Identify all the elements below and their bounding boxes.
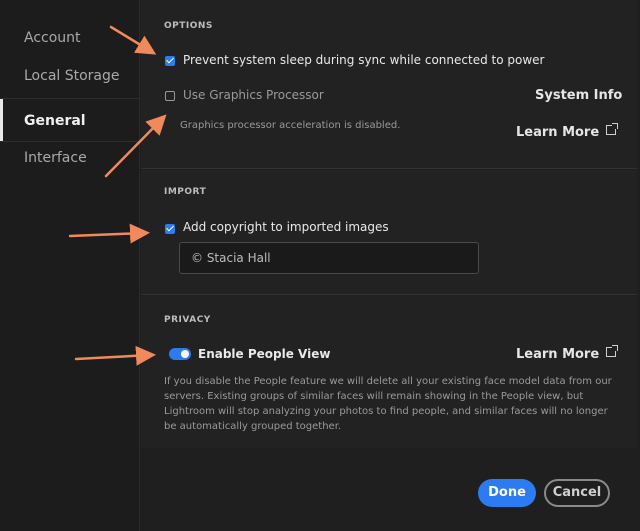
external-link-icon (606, 123, 619, 135)
section-divider (141, 168, 637, 169)
people-view-toggle[interactable] (169, 348, 191, 360)
section-divider (141, 294, 637, 295)
options-learn-more-link[interactable]: Learn More (516, 123, 619, 140)
import-section-title: IMPORT (164, 187, 207, 197)
sidebar-item-local-storage[interactable]: Local Storage (24, 68, 120, 84)
privacy-description: If you disable the People feature we wil… (164, 376, 612, 432)
external-link-icon (606, 345, 619, 357)
options-section: OPTIONS Prevent system sleep during sync… (141, 0, 637, 168)
privacy-learn-more-link[interactable]: Learn More (516, 345, 619, 362)
people-view-label[interactable]: Enable People View (198, 347, 330, 361)
cancel-button[interactable]: Cancel (544, 479, 610, 507)
done-button[interactable]: Done (478, 479, 536, 507)
copyright-label[interactable]: Add copyright to imported images (183, 220, 389, 234)
sidebar-item-interface[interactable]: Interface (24, 150, 87, 166)
prevent-sleep-label[interactable]: Prevent system sleep during sync while c… (183, 53, 544, 67)
sidebar: Account Local Storage General Interface (0, 0, 140, 531)
learn-more-label: Learn More (516, 347, 600, 362)
sidebar-divider (0, 141, 139, 142)
import-section: IMPORT Add copyright to imported images … (141, 170, 637, 294)
privacy-section: PRIVACY Enable People View Learn More If… (141, 296, 637, 448)
copyright-checkbox[interactable] (165, 224, 175, 234)
system-info-link[interactable]: System Info (535, 88, 622, 103)
gpu-status-note: Graphics processor acceleration is disab… (180, 120, 401, 131)
gpu-label[interactable]: Use Graphics Processor (183, 88, 324, 102)
privacy-section-title: PRIVACY (164, 315, 211, 325)
preferences-dialog: Account Local Storage General Interface … (0, 0, 640, 531)
copyright-input[interactable]: © Stacia Hall (179, 242, 479, 274)
gpu-checkbox[interactable] (165, 91, 175, 101)
sidebar-item-general[interactable]: General (24, 113, 86, 129)
sidebar-active-indicator (0, 99, 3, 141)
options-section-title: OPTIONS (164, 21, 213, 31)
sidebar-divider (0, 98, 139, 99)
sidebar-item-account[interactable]: Account (24, 30, 81, 46)
learn-more-label: Learn More (516, 125, 600, 140)
prevent-sleep-checkbox[interactable] (165, 56, 175, 66)
